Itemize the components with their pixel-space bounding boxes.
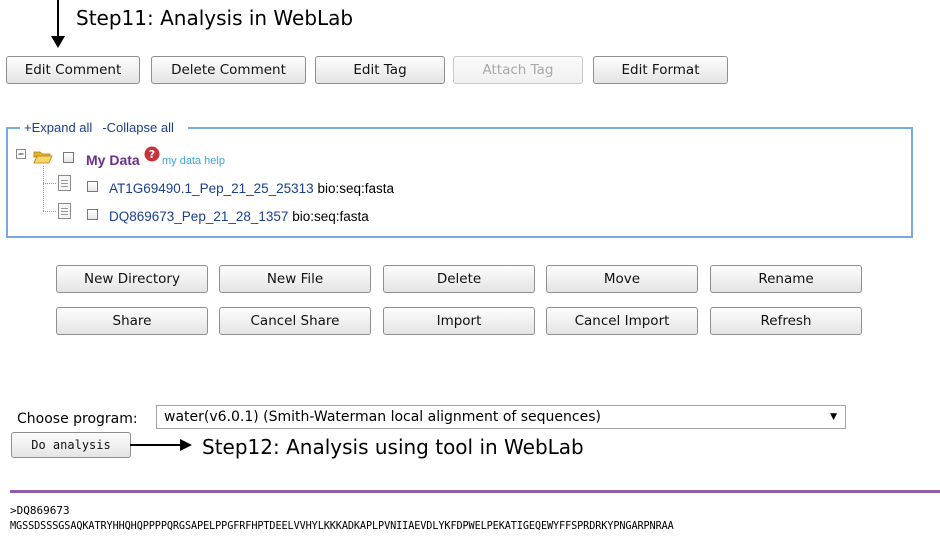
new-directory-button[interactable]: New Directory <box>56 265 208 293</box>
new-file-button[interactable]: New File <box>219 265 371 293</box>
file-type: bio:seq:fasta <box>317 181 395 196</box>
delete-button[interactable]: Delete <box>383 265 535 293</box>
sequence-residues: MGSSDSSSGSAQKATRYHHQHQPPPPQRGSAPELPPGFRF… <box>10 521 674 532</box>
refresh-button[interactable]: Refresh <box>710 307 862 335</box>
rename-button[interactable]: Rename <box>710 265 862 293</box>
do-analysis-button[interactable]: Do analysis <box>11 432 131 458</box>
delete-comment-button[interactable]: Delete Comment <box>151 56 306 84</box>
section-divider <box>10 490 940 493</box>
step11-label: Step11: Analysis in WebLab <box>76 6 354 30</box>
step12-arrow <box>130 439 192 451</box>
import-button[interactable]: Import <box>383 307 535 335</box>
step12-label: Step12: Analysis using tool in WebLab <box>202 435 584 459</box>
chevron-down-icon: ▼ <box>830 412 837 422</box>
svg-text:?: ? <box>149 148 155 161</box>
collapse-all-link[interactable]: -Collapse all <box>102 120 174 135</box>
tree-controls: +Expand all -Collapse all <box>20 120 188 135</box>
folder-open-icon <box>33 151 53 164</box>
program-selected-value: water(v6.0.1) (Smith-Waterman local alig… <box>164 409 601 425</box>
file-type: bio:seq:fasta <box>292 209 369 224</box>
edit-comment-button[interactable]: Edit Comment <box>6 56 140 84</box>
cancel-share-button[interactable]: Cancel Share <box>219 307 371 335</box>
file-icon <box>58 175 71 191</box>
file-checkbox[interactable] <box>87 181 98 192</box>
choose-program-label: Choose program: <box>17 411 138 427</box>
file-name[interactable]: AT1G69490.1_Pep_21_25_25313 <box>109 181 314 196</box>
file-name[interactable]: DQ869673_Pep_21_28_1357 <box>109 209 288 224</box>
attach-tag-button: Attach Tag <box>453 56 583 84</box>
file-checkbox[interactable] <box>87 209 98 220</box>
program-select[interactable]: water(v6.0.1) (Smith-Waterman local alig… <box>156 405 846 429</box>
step11-arrow <box>51 0 65 48</box>
edit-format-button[interactable]: Edit Format <box>593 56 728 84</box>
file-item[interactable]: DQ869673_Pep_21_28_1357 bio:seq:fasta <box>109 209 369 224</box>
tree-connector <box>43 183 56 184</box>
tree-connector <box>43 166 44 211</box>
share-button[interactable]: Share <box>56 307 208 335</box>
expand-all-link[interactable]: +Expand all <box>24 120 92 135</box>
tree-connector <box>43 211 56 212</box>
cancel-import-button[interactable]: Cancel Import <box>546 307 698 335</box>
root-checkbox[interactable] <box>63 152 74 163</box>
help-icon[interactable]: ? <box>144 146 161 163</box>
collapse-toggle-icon[interactable] <box>16 149 27 160</box>
sequence-header: >DQ869673 <box>10 504 70 517</box>
file-item[interactable]: AT1G69490.1_Pep_21_25_25313 bio:seq:fast… <box>109 181 394 196</box>
move-button[interactable]: Move <box>546 265 698 293</box>
help-link[interactable]: my data help <box>162 155 225 167</box>
file-icon <box>58 203 71 219</box>
root-label[interactable]: My Data <box>86 152 140 168</box>
edit-tag-button[interactable]: Edit Tag <box>315 56 445 84</box>
